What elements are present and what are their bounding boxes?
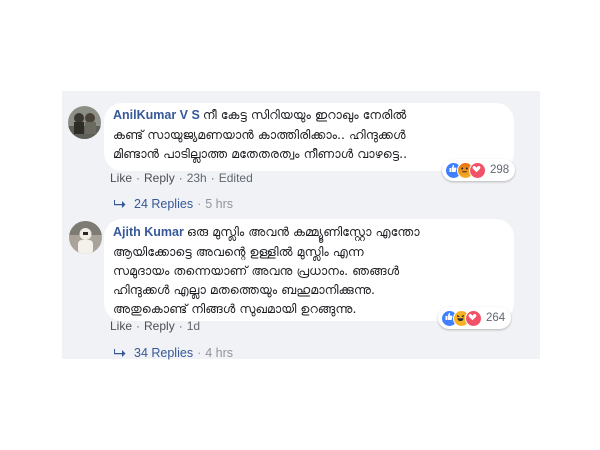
comment-text-line: മിണ്ടാൻ പാടില്ലാത്ത മതേതരത്വം നീണാൾ വാഴട… xyxy=(113,146,408,161)
comment-text-line: സമുദായം തന്നെയാണ് അവനു പ്രധാനം. ഞങ്ങൾ xyxy=(113,263,400,278)
comment-text-line: ആയിക്കോട്ടെ അവന്റെ ഉള്ളിൽ മുസ്ലിം എന്ന xyxy=(113,244,364,259)
love-icon xyxy=(469,161,486,179)
love-icon xyxy=(465,309,482,327)
reply-link[interactable]: Reply xyxy=(144,319,175,333)
comment-body: Ajith Kumar ഒരു മുസ്ലിം അവൻ കമ്മ്യൂണിസ്റ്… xyxy=(113,222,420,318)
comment-author[interactable]: AnilKumar V S xyxy=(113,108,200,122)
like-link[interactable]: Like xyxy=(110,171,132,185)
comment-timestamp[interactable]: 23h xyxy=(187,171,207,185)
edited-label[interactable]: Edited xyxy=(219,171,253,185)
comment-text-line: അതുകൊണ്ട് നിങ്ങൾ സുഖമായി ഉറങ്ങുന്നു. xyxy=(113,301,357,316)
reply-arrow-icon xyxy=(114,200,126,208)
comment-text-line: ഒരു മുസ്ലിം അവൻ കമ്മ്യൂണിസ്റ്റോ എന്തോ xyxy=(186,224,420,239)
comment-author[interactable]: Ajith Kumar xyxy=(113,225,184,239)
comment-text-line: കണ്ട് സായുജ്യമണയാൻ കാത്തിരിക്കാം.. ഹിന്ദ… xyxy=(113,127,406,142)
comment-actions: Like · Reply · 23h · Edited xyxy=(110,171,253,185)
comment-thread: AnilKumar V S നീ കേട്ട സിറിയയും ഇറാഖും നേ… xyxy=(62,91,540,360)
reply-arrow-icon xyxy=(114,349,126,357)
replies-count[interactable]: 34 Replies xyxy=(134,346,193,360)
comment-body: AnilKumar V S നീ കേട്ട സിറിയയും ഇറാഖും നേ… xyxy=(113,105,407,163)
replies-time: 4 hrs xyxy=(205,346,234,360)
reaction-summary[interactable]: 298 xyxy=(442,159,516,181)
view-replies-link[interactable]: 34 Replies · 4 hrs xyxy=(114,346,233,360)
reaction-summary[interactable]: 264 xyxy=(438,307,512,329)
view-replies-link[interactable]: 24 Replies · 5 hrs xyxy=(114,197,233,211)
reaction-count: 298 xyxy=(490,164,510,176)
comment-actions: Like · Reply · 1d xyxy=(110,319,201,333)
reply-link[interactable]: Reply xyxy=(144,171,175,185)
comment-text-line: നീ കേട്ട സിറിയയും ഇറാഖും നേരിൽ xyxy=(202,107,407,122)
like-link[interactable]: Like xyxy=(110,319,132,333)
avatar[interactable] xyxy=(69,221,102,254)
replies-count[interactable]: 24 Replies xyxy=(134,197,193,211)
comment-text-line: ഹിന്ദുക്കൾ എല്ലാ മതത്തെയും ബഹുമാനിക്കുന്… xyxy=(113,282,376,297)
replies-time: 5 hrs xyxy=(205,197,234,211)
comment-timestamp[interactable]: 1d xyxy=(187,319,200,333)
reaction-count: 264 xyxy=(486,312,506,324)
avatar[interactable] xyxy=(68,106,101,139)
